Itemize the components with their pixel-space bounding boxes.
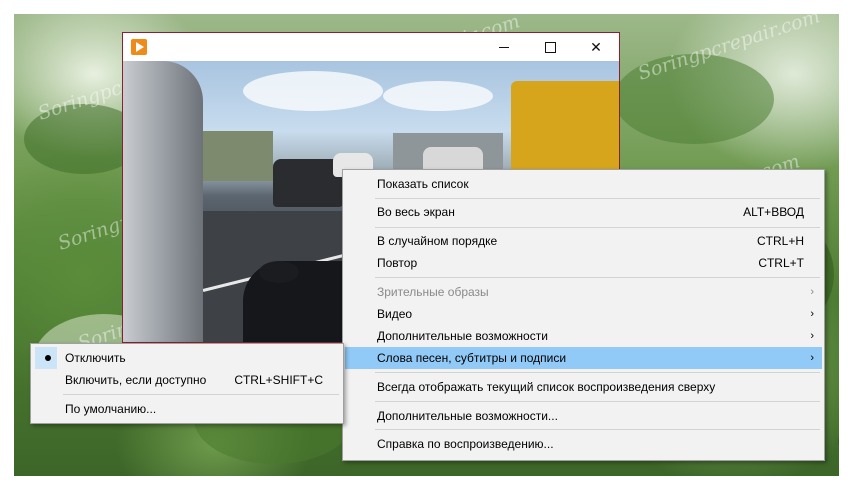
menu-item-always-show-on-top[interactable]: Всегда отображать текущий список воспрои… bbox=[345, 376, 822, 398]
menu-item-label: Слова песен, субтитры и подписи bbox=[377, 351, 567, 365]
close-button[interactable]: ✕ bbox=[573, 33, 619, 61]
motorcycle-fairing bbox=[123, 61, 203, 342]
menu-item-shortcut: CTRL+T bbox=[758, 256, 804, 270]
menu-item-label: Во весь экран bbox=[377, 205, 455, 219]
menu-separator bbox=[375, 227, 820, 228]
lyrics-submenu: Отключить Включить, если доступно CTRL+S… bbox=[30, 343, 344, 424]
cloud bbox=[383, 81, 493, 111]
menu-item-shortcut: ALT+ВВОД bbox=[743, 205, 804, 219]
menu-separator bbox=[375, 372, 820, 373]
menu-item-video[interactable]: Видео › bbox=[345, 303, 822, 325]
motorcycle-mirror bbox=[259, 261, 299, 283]
leaf-shape bbox=[614, 54, 774, 144]
menu-separator bbox=[375, 277, 820, 278]
maximize-icon bbox=[544, 41, 556, 53]
minimize-button[interactable] bbox=[481, 33, 527, 61]
menu-item-shortcut: CTRL+SHIFT+C bbox=[234, 373, 323, 387]
menu-item-more-options[interactable]: Дополнительные возможности... bbox=[345, 405, 822, 427]
menu-item-label: Зрительные образы bbox=[377, 285, 489, 299]
submenu-item-on-if-available[interactable]: Включить, если доступно CTRL+SHIFT+C bbox=[33, 369, 341, 391]
menu-item-label: Справка по воспроизведению... bbox=[377, 437, 554, 451]
menu-item-label: Видео bbox=[377, 307, 413, 321]
maximize-button[interactable] bbox=[527, 33, 573, 61]
submenu-item-off[interactable]: Отключить bbox=[33, 347, 341, 369]
context-menu: Показать список Во весь экран ALT+ВВОД В… bbox=[342, 169, 825, 461]
menu-item-shortcut: CTRL+H bbox=[756, 234, 804, 248]
building bbox=[203, 131, 273, 181]
menu-item-label: Повтор bbox=[377, 256, 418, 270]
menu-item-label: Дополнительные возможности... bbox=[377, 409, 558, 423]
menu-item-label: Отключить bbox=[65, 351, 126, 365]
menu-item-label: Показать список bbox=[377, 177, 469, 191]
menu-item-label: Включить, если доступно bbox=[65, 373, 207, 387]
menu-item-enhancements[interactable]: Дополнительные возможности › bbox=[345, 325, 822, 347]
title-bar[interactable]: ✕ bbox=[123, 33, 619, 61]
menu-item-help[interactable]: Справка по воспроизведению... bbox=[345, 433, 822, 455]
menu-separator bbox=[375, 198, 820, 199]
close-icon: ✕ bbox=[590, 38, 602, 55]
menu-separator bbox=[63, 394, 339, 395]
menu-item-label: По умолчанию... bbox=[65, 402, 157, 416]
minimize-icon bbox=[499, 46, 509, 48]
chevron-right-icon: › bbox=[810, 286, 814, 298]
submenu-item-defaults[interactable]: По умолчанию... bbox=[33, 398, 341, 420]
cloud bbox=[243, 71, 383, 111]
desktop-partial-label: ин bbox=[838, 434, 839, 448]
menu-item-label: Дополнительные возможности bbox=[377, 329, 548, 343]
menu-item-label: В случайном порядке bbox=[377, 234, 498, 248]
menu-separator bbox=[375, 401, 820, 402]
menu-item-label: Всегда отображать текущий список воспрои… bbox=[377, 380, 716, 394]
menu-item-repeat[interactable]: Повтор CTRL+T bbox=[345, 252, 822, 274]
chevron-right-icon: › bbox=[810, 308, 814, 320]
media-player-app-icon[interactable] bbox=[131, 39, 147, 55]
menu-item-visualizations[interactable]: Зрительные образы › bbox=[345, 281, 822, 303]
menu-item-fullscreen[interactable]: Во весь экран ALT+ВВОД bbox=[345, 201, 822, 223]
menu-item-show-list[interactable]: Показать список bbox=[345, 173, 822, 195]
menu-item-lyrics-captions-subtitles[interactable]: Слова песен, субтитры и подписи › bbox=[345, 347, 822, 369]
chevron-right-icon: › bbox=[810, 352, 814, 364]
menu-separator bbox=[375, 429, 820, 430]
menu-item-shuffle[interactable]: В случайном порядке CTRL+H bbox=[345, 230, 822, 252]
radio-bullet-icon bbox=[45, 355, 51, 361]
chevron-right-icon: › bbox=[810, 330, 814, 342]
